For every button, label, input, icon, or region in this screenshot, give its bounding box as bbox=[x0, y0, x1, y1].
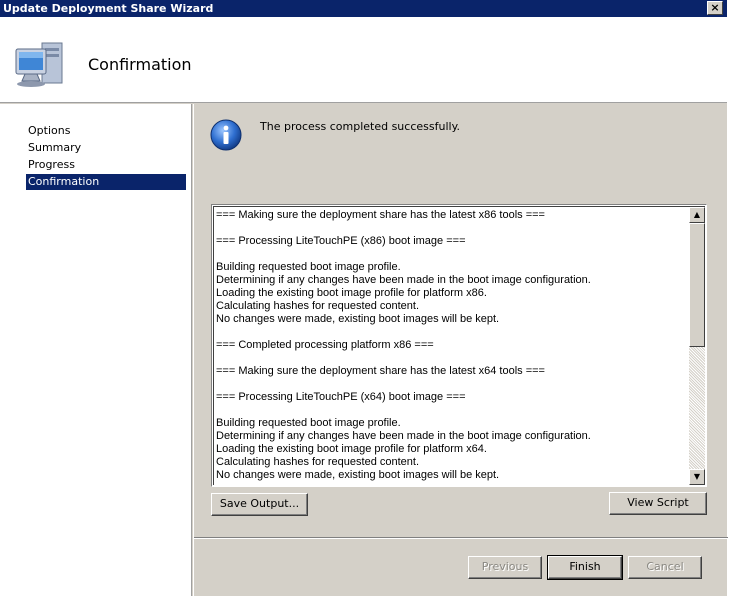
close-button[interactable]: × bbox=[707, 1, 723, 15]
previous-button[interactable]: Previous bbox=[468, 556, 542, 579]
output-log[interactable]: === Making sure the deployment share has… bbox=[211, 204, 707, 487]
output-line: Building requested boot image profile. bbox=[216, 417, 401, 429]
output-line: === Completed processing platform x86 ==… bbox=[216, 339, 434, 351]
content-panel: The process completed successfully. === … bbox=[193, 104, 728, 596]
output-line: No changes were made, existing boot imag… bbox=[216, 469, 500, 481]
footer-separator bbox=[194, 537, 728, 539]
nav-item-progress[interactable]: Progress bbox=[26, 157, 186, 173]
page-title: Confirmation bbox=[88, 55, 192, 74]
output-line: Determining if any changes have been mad… bbox=[216, 274, 591, 286]
info-icon bbox=[210, 119, 242, 151]
wizard-steps-sidebar: Options Summary Progress Confirmation bbox=[0, 104, 192, 596]
output-line: === Making sure the deployment share has… bbox=[216, 209, 545, 221]
computer-icon bbox=[15, 42, 63, 87]
wizard-header: Confirmation bbox=[0, 17, 727, 103]
output-log-text: === Making sure the deployment share has… bbox=[216, 209, 690, 482]
output-line: Loading the existing boot image profile … bbox=[216, 287, 487, 299]
scroll-down-button[interactable]: ▼ bbox=[689, 469, 705, 485]
output-line: Loading the existing boot image profile … bbox=[216, 443, 487, 455]
output-line: === Processing LiteTouchPE (x64) boot im… bbox=[216, 391, 466, 403]
close-icon: × bbox=[710, 1, 720, 14]
finish-button[interactable]: Finish bbox=[547, 555, 623, 580]
status-message: The process completed successfully. bbox=[260, 120, 461, 133]
scroll-thumb[interactable] bbox=[689, 223, 705, 347]
title-bar[interactable]: Update Deployment Share Wizard × bbox=[0, 0, 727, 17]
view-script-button[interactable]: View Script bbox=[609, 492, 707, 515]
nav-item-options[interactable]: Options bbox=[26, 123, 186, 139]
output-line: === Processing LiteTouchPE (x86) boot im… bbox=[216, 235, 466, 247]
wizard-window: Update Deployment Share Wizard × Confirm… bbox=[0, 0, 729, 596]
scroll-up-button[interactable]: ▲ bbox=[689, 207, 705, 223]
output-line: Calculating hashes for requested content… bbox=[216, 456, 420, 468]
cancel-button[interactable]: Cancel bbox=[628, 556, 702, 579]
output-log-viewport: === Making sure the deployment share has… bbox=[213, 206, 705, 485]
output-line: No changes were made, existing boot imag… bbox=[216, 313, 500, 325]
output-scrollbar[interactable]: ▲ ▼ bbox=[689, 207, 705, 485]
output-line: === Making sure the deployment share has… bbox=[216, 365, 545, 377]
output-line: Building requested boot image profile. bbox=[216, 261, 401, 273]
output-line: Determining if any changes have been mad… bbox=[216, 430, 591, 442]
output-line: Calculating hashes for requested content… bbox=[216, 300, 420, 312]
nav-item-confirmation[interactable]: Confirmation bbox=[26, 174, 186, 190]
nav-item-summary[interactable]: Summary bbox=[26, 140, 186, 156]
window-title: Update Deployment Share Wizard bbox=[3, 2, 214, 15]
save-output-button[interactable]: Save Output... bbox=[211, 493, 308, 516]
